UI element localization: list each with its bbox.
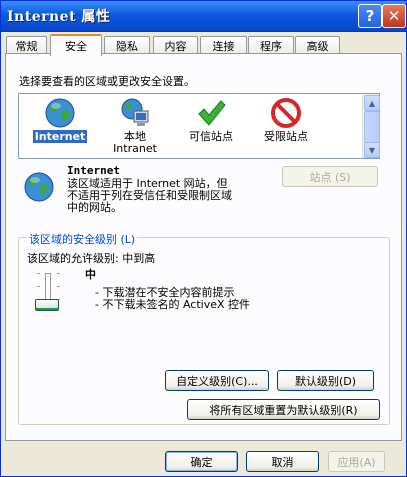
instruction-text: 选择要查看的区域或更改安全设置。	[19, 75, 195, 88]
tab-advanced[interactable]: 高级	[295, 36, 340, 54]
tab-privacy[interactable]: 隐私	[104, 36, 150, 54]
zone-trusted-sites[interactable]: 可信站点	[176, 94, 246, 156]
custom-level-button[interactable]: 自定义级别(C)...	[165, 370, 269, 391]
zone-trusted-label: 可信站点	[189, 130, 233, 143]
security-level-bullet-2: - 不下载未签名的 ActiveX 控件	[95, 298, 251, 311]
allowed-levels-text: 该区域的允许级别: 中到高	[27, 252, 156, 265]
zone-restricted-sites[interactable]: 受限站点	[251, 94, 321, 156]
globe-icon	[24, 172, 54, 202]
close-button[interactable]: ✕	[382, 4, 406, 28]
apply-button[interactable]: 应用(A)	[328, 451, 385, 472]
scroll-down-button[interactable]: ▼	[364, 142, 380, 158]
window-title: Internet 属性	[7, 9, 111, 25]
default-level-button[interactable]: 默认级别(D)	[277, 370, 374, 391]
zone-internet-label: Internet	[32, 130, 88, 143]
ok-button[interactable]: 确定	[165, 451, 238, 472]
zone-restricted-label: 受限站点	[264, 130, 308, 143]
help-button[interactable]: ?	[358, 4, 382, 28]
trusted-sites-icon	[198, 100, 226, 126]
reset-all-zones-button[interactable]: 将所有区域重置为默认级别(R)	[187, 399, 380, 420]
tab-strip: 常规 安全 隐私 内容 连接 程序 高级	[1, 34, 406, 56]
zone-info-title: Internet	[67, 164, 120, 177]
local-intranet-icon	[121, 98, 149, 126]
zone-local-intranet[interactable]: 本地 Intranet	[100, 94, 170, 156]
restricted-sites-icon	[271, 98, 301, 128]
arrow-down-icon: ▼	[368, 145, 376, 155]
close-icon: ✕	[387, 7, 401, 25]
scroll-thumb[interactable]	[364, 111, 380, 143]
tab-content[interactable]: 内容	[153, 36, 198, 54]
tab-programs[interactable]: 程序	[248, 36, 294, 54]
tab-security[interactable]: 安全	[50, 34, 102, 56]
zone-local-label-2: Intranet	[113, 142, 157, 155]
zone-list[interactable]: Internet 本地 Intranet 可信站点 受限站点 ▲ ▼	[18, 93, 380, 159]
scroll-up-button[interactable]: ▲	[364, 95, 380, 111]
tab-connections[interactable]: 连接	[200, 36, 247, 54]
internet-properties-window: Internet 属性 ? ✕ 常规 安全 隐私 内容 连接 程序 高级 选择要…	[0, 0, 407, 477]
tab-general[interactable]: 常规	[6, 36, 47, 54]
globe-icon	[45, 98, 75, 128]
help-icon: ?	[365, 7, 375, 25]
security-level-group-title: 该区域的安全级别 (L)	[27, 231, 138, 247]
sites-button[interactable]: 站点 (S)	[282, 166, 378, 187]
security-level-slider-thumb[interactable]	[35, 299, 59, 311]
zone-internet[interactable]: Internet	[25, 94, 95, 156]
zone-scrollbar[interactable]: ▲ ▼	[362, 94, 380, 158]
security-level-name: 中	[85, 268, 96, 281]
cancel-button[interactable]: 取消	[246, 451, 319, 472]
arrow-up-icon: ▲	[368, 98, 376, 108]
title-bar[interactable]: Internet 属性 ? ✕	[1, 1, 406, 32]
zone-info-description: 该区域适用于 Internet 网站，但 不适用于列在受信任和受限制区域 中的网…	[67, 177, 232, 214]
